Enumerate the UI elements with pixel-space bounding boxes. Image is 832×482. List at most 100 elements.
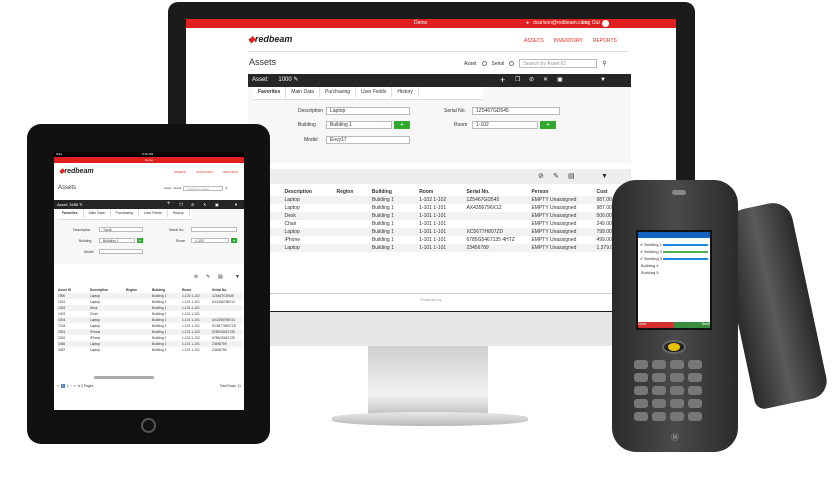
keypad-key[interactable] — [670, 373, 684, 382]
chart-icon[interactable]: ▤ — [568, 169, 575, 184]
search-input[interactable]: Search by Asset ID — [519, 59, 598, 68]
column-header[interactable]: Description — [283, 188, 335, 196]
copy-icon[interactable]: ❐ — [515, 74, 520, 87]
scan-trigger-key[interactable] — [668, 343, 680, 351]
search-opt-serial[interactable]: Serial — [174, 186, 182, 191]
tab-purchasing[interactable]: Purchasing — [320, 87, 357, 97]
scanner-list-item[interactable]: ✔ Building 3 — [640, 256, 708, 261]
keypad-key[interactable] — [670, 412, 684, 421]
edit-icon[interactable]: ✎ — [553, 169, 559, 184]
block-icon[interactable]: ⊘ — [529, 74, 534, 87]
keypad-key[interactable] — [634, 360, 648, 369]
keypad-key[interactable] — [688, 360, 702, 369]
edit-icon[interactable]: ✎ — [206, 272, 210, 282]
brand-logo[interactable]: ◆redbeam — [59, 167, 94, 175]
nav-inventory[interactable]: INVENTORY — [554, 38, 583, 44]
model-field[interactable]: Envy17 — [326, 136, 410, 144]
radio-asset[interactable] — [481, 61, 487, 66]
keypad-key[interactable] — [634, 412, 648, 421]
tab-favorites[interactable]: Favorites — [57, 209, 84, 219]
serial-field[interactable] — [191, 227, 237, 232]
block-icon[interactable]: ⊘ — [194, 272, 198, 282]
building-select[interactable]: Building 1 — [326, 121, 392, 129]
search-opt-serial[interactable]: Serial — [492, 61, 505, 67]
clear-softkey[interactable]: Clear — [638, 322, 674, 328]
keypad-key[interactable] — [634, 386, 648, 395]
table-row[interactable]: iPhone Building 1 1-101 1-101 6785G5467135 … — [248, 236, 631, 244]
table-row[interactable]: 3457 Laptop Building 1 1-101 1-101 23456789 — [57, 347, 243, 353]
keypad-key[interactable] — [670, 399, 684, 408]
edit-icon[interactable]: ✎ — [293, 77, 298, 83]
search-opt-asset[interactable]: Asset — [164, 186, 172, 191]
add-room-button[interactable]: + — [231, 238, 237, 243]
keypad-key[interactable] — [634, 399, 648, 408]
send-softkey[interactable]: Send — [674, 322, 710, 328]
logout-link[interactable]: Log Out — [582, 19, 600, 28]
user-email[interactable]: dcarlson@redbeam.com — [533, 19, 588, 28]
description-field[interactable]: Truck — [99, 227, 143, 232]
description-field[interactable]: Laptop — [326, 107, 410, 115]
table-row[interactable]: Laptop Building 1 1-101 1-101 23456789 EMPTY… — [248, 244, 631, 252]
column-header[interactable]: Building — [371, 188, 418, 196]
chevron-down-icon[interactable]: ▼ — [601, 169, 608, 184]
room-select[interactable]: 1-101 — [191, 238, 229, 243]
last-page-icon[interactable]: » — [74, 384, 76, 388]
next-page-icon[interactable]: › — [71, 384, 72, 388]
table-row[interactable]: Laptop Building 1 1-101 1-101 AX4356796X12 E… — [248, 204, 631, 212]
keypad-key[interactable] — [652, 386, 666, 395]
add-room-button[interactable]: + — [540, 121, 556, 129]
building-select[interactable]: Building 1 — [99, 238, 135, 243]
nav-assets[interactable]: ASSETS — [174, 170, 186, 174]
model-field[interactable] — [99, 249, 143, 254]
add-icon[interactable]: + — [500, 74, 505, 87]
settings-icon[interactable] — [602, 20, 609, 27]
column-header[interactable]: Region — [335, 188, 370, 196]
room-select[interactable]: 1-102 — [472, 121, 538, 129]
search-icon[interactable]: ⚲ — [225, 186, 227, 191]
brand-logo[interactable]: ◆redbeam — [248, 34, 292, 45]
scanner-list-item[interactable]: ✔ Building 1 — [640, 242, 708, 247]
keypad-key[interactable] — [652, 399, 666, 408]
keypad-key[interactable] — [688, 399, 702, 408]
save-icon[interactable]: ▣ — [215, 200, 219, 209]
copy-icon[interactable]: ❐ — [179, 200, 183, 209]
tab-main-data[interactable]: Main Data — [286, 87, 321, 97]
chevron-down-icon[interactable]: ▼ — [235, 272, 240, 282]
tab-favorites[interactable]: Favorites — [253, 87, 287, 99]
keypad-key[interactable] — [688, 412, 702, 421]
keypad-key[interactable] — [652, 412, 666, 421]
keypad-key[interactable] — [652, 373, 666, 382]
serial-field[interactable]: 1Z5467GD545 — [472, 107, 560, 115]
save-icon[interactable]: ▣ — [557, 74, 563, 87]
table-row[interactable]: Laptop Building 1 1-101 1-101 XC5677H807ZD E… — [248, 228, 631, 236]
scrollbar[interactable] — [94, 376, 154, 379]
home-button[interactable] — [141, 418, 156, 433]
search-input[interactable]: Search by Asset — [183, 186, 224, 191]
close-icon[interactable]: ✕ — [203, 200, 206, 209]
column-header[interactable]: Serial No. — [465, 188, 530, 196]
radio-serial[interactable] — [509, 61, 515, 66]
keypad-key[interactable] — [652, 360, 666, 369]
block-icon[interactable]: ⊘ — [191, 200, 194, 209]
chart-icon[interactable]: ▤ — [218, 272, 223, 282]
tab-history[interactable]: History — [392, 87, 419, 97]
keypad-key[interactable] — [688, 373, 702, 382]
keypad-key[interactable] — [670, 386, 684, 395]
search-icon[interactable]: ⚲ — [602, 60, 606, 67]
add-building-button[interactable]: + — [394, 121, 410, 129]
add-building-button[interactable]: + — [137, 238, 143, 243]
keypad-key[interactable] — [670, 360, 684, 369]
first-page-icon[interactable]: « — [57, 384, 59, 388]
tab-purchasing[interactable]: Purchasing — [111, 209, 140, 217]
scanner-list-item[interactable]: ✔ Building 2 — [640, 249, 708, 254]
close-icon[interactable]: ✕ — [543, 74, 548, 87]
tab-user-fields[interactable]: User Fields — [139, 209, 168, 217]
page-2[interactable]: 2 — [67, 384, 69, 388]
edit-icon[interactable]: ✎ — [79, 202, 82, 207]
chevron-down-icon[interactable]: ▼ — [234, 200, 238, 209]
nav-inventory[interactable]: INVENTORY — [196, 170, 213, 174]
block-icon[interactable]: ⊘ — [538, 169, 544, 184]
chevron-down-icon[interactable]: ▼ — [600, 74, 606, 87]
keypad-key[interactable] — [634, 373, 648, 382]
tab-main-data[interactable]: Main Data — [84, 209, 111, 217]
